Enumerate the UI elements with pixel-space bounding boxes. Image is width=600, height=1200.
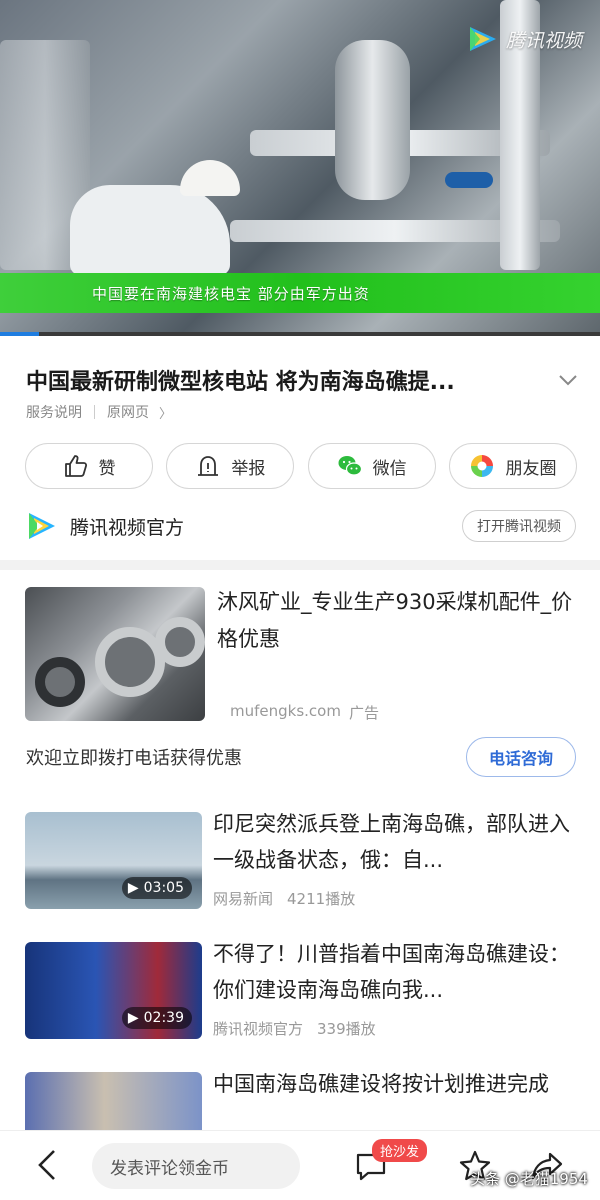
back-arrow-icon[interactable]: [34, 1148, 62, 1182]
video-thumbnail[interactable]: [25, 1072, 202, 1130]
author-watermark: 头条 @老猫1954: [470, 1170, 588, 1188]
related-video-title: 不得了！川普指着中国南海岛礁建设：你们建设南海岛礁向我...: [213, 942, 570, 1002]
related-video-item[interactable]: ▶ 03:05 印尼突然派兵登上南海岛礁，部队进入一级战备状态，俄：自... 网…: [25, 812, 585, 912]
duration-badge: ▶ 03:05: [121, 877, 192, 899]
duration-text: 03:05: [143, 880, 184, 896]
channel-row: 腾讯视频官方 打开腾讯视频: [26, 510, 576, 542]
thumbs-up-icon: [64, 455, 87, 477]
related-video-meta: 网易新闻 4211播放: [213, 888, 355, 909]
ad-domain: mufengks.com: [230, 702, 341, 720]
video-progress-bar[interactable]: [0, 332, 600, 336]
watermark-text: 腾讯视频: [505, 29, 582, 52]
wechat-share-button[interactable]: 微信: [307, 443, 436, 489]
tencent-video-logo-icon: [469, 27, 496, 51]
video-frame-worker: [70, 185, 230, 275]
moments-share-button[interactable]: 朋友圈: [448, 443, 577, 489]
duration-badge: ▶ 02:39: [121, 1007, 192, 1029]
sofa-badge: 抢沙发: [372, 1139, 428, 1162]
comment-input[interactable]: 发表评论领金币: [92, 1143, 300, 1189]
ad-cta-row: 欢迎立即拨打电话获得优惠 电话咨询: [26, 737, 576, 777]
article-title-row: 中国最新研制微型核电站 将为南海岛礁提...: [26, 364, 586, 396]
video-frame-tank: [335, 40, 410, 200]
moments-label: 朋友圈: [505, 458, 557, 479]
channel-name: 腾讯视频官方: [70, 516, 185, 539]
tencent-video-watermark: 腾讯视频: [466, 24, 582, 54]
wechat-label: 微信: [372, 458, 407, 479]
duration-text: 02:39: [143, 1010, 184, 1026]
related-video-plays: 339播放: [317, 1020, 376, 1038]
video-caption: 中国要在南海建核电宝 部分由军方出资: [92, 284, 370, 303]
related-video-plays: 4211播放: [287, 890, 356, 908]
chevron-down-icon[interactable]: [556, 368, 580, 392]
wechat-icon: [338, 456, 362, 476]
open-tencent-video-button[interactable]: 打开腾讯视频: [462, 510, 576, 542]
video-thumbnail[interactable]: ▶ 03:05: [25, 812, 202, 909]
article-title: 中国最新研制微型核电站 将为南海岛礁提...: [26, 370, 455, 395]
play-icon: ▶: [127, 880, 139, 896]
ad-title[interactable]: 沐风矿业_专业生产930采煤机配件_价格优惠: [217, 584, 582, 658]
ad-source: mufengks.com 广告: [230, 702, 379, 723]
ad-tag: 广告: [348, 704, 379, 722]
related-video-meta: 腾讯视频官方 339播放: [213, 1018, 376, 1039]
action-buttons: 赞 举报 微信 朋友圈: [25, 443, 577, 489]
article-meta: 服务说明 原网页 〉: [26, 402, 172, 422]
video-progress-fill: [0, 332, 39, 336]
report-label: 举报: [231, 458, 266, 479]
original-page-link[interactable]: 原网页: [107, 402, 149, 422]
meta-divider: [94, 405, 95, 419]
ad-image-gear: [35, 657, 85, 707]
section-divider: [0, 560, 600, 570]
caption-band: 中国要在南海建核电宝 部分由军方出资: [0, 273, 600, 313]
chevron-right-icon: 〉: [159, 406, 173, 422]
channel-info[interactable]: 腾讯视频官方: [26, 511, 184, 541]
tencent-video-logo-icon: [29, 513, 55, 539]
service-info-link[interactable]: 服务说明: [26, 402, 82, 422]
related-video-title: 印尼突然派兵登上南海岛礁，部队进入一级战备状态，俄：自...: [213, 812, 570, 872]
ad-cta-text: 欢迎立即拨打电话获得优惠: [26, 748, 242, 769]
ad-image[interactable]: [25, 587, 205, 721]
related-video-item[interactable]: 中国南海岛礁建设将按计划推进完成: [25, 1072, 585, 1130]
like-button[interactable]: 赞: [25, 443, 153, 489]
like-label: 赞: [98, 458, 116, 479]
related-video-title: 中国南海岛礁建设将按计划推进完成: [213, 1072, 549, 1096]
related-video-item[interactable]: ▶ 02:39 不得了！川普指着中国南海岛礁建设：你们建设南海岛礁向我... 腾…: [25, 942, 585, 1042]
video-frame-valve: [445, 172, 493, 188]
video-thumbnail[interactable]: ▶ 02:39: [25, 942, 202, 1039]
bottom-bar: 发表评论领金币 抢沙发: [0, 1130, 600, 1200]
play-icon: ▶: [127, 1010, 139, 1026]
moments-icon: [471, 455, 494, 477]
video-player[interactable]: 腾讯视频 中国要在南海建核电宝 部分由军方出资: [0, 0, 600, 336]
phone-consult-button[interactable]: 电话咨询: [466, 737, 576, 777]
related-video-source: 腾讯视频官方: [213, 1020, 304, 1038]
ad-image-gear: [155, 617, 205, 667]
report-button[interactable]: 举报: [166, 443, 295, 489]
report-icon: [198, 456, 219, 476]
related-video-source: 网易新闻: [213, 890, 274, 908]
video-frame-helmet: [180, 160, 240, 196]
